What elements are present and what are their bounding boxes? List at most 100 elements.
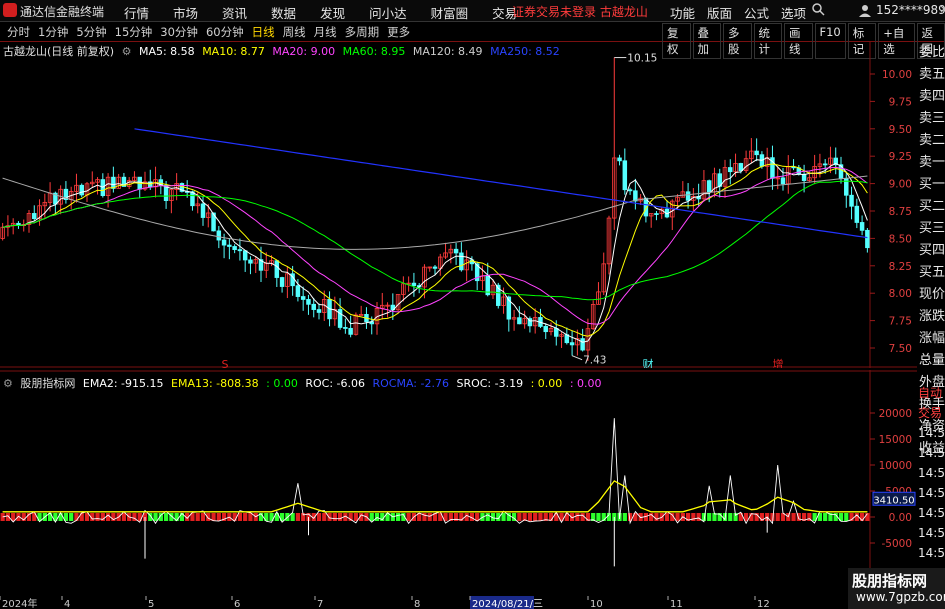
signal-mark bbox=[69, 513, 74, 521]
signal-mark bbox=[527, 513, 533, 521]
trade-tab-2[interactable]: 14:56 bbox=[917, 423, 945, 443]
date-label: 6 bbox=[234, 599, 240, 609]
period-tab-5[interactable]: 60分钟 bbox=[202, 24, 248, 40]
menu-item-5[interactable]: 问小达 bbox=[357, 3, 419, 22]
right-menu-item-2[interactable]: 公式 bbox=[738, 3, 775, 22]
close-icon[interactable]: × bbox=[936, 2, 945, 18]
side-tab-9[interactable]: 买四 bbox=[917, 240, 945, 262]
event-marker: 财 bbox=[643, 357, 654, 368]
signal-mark bbox=[844, 513, 849, 521]
signal-mark bbox=[707, 513, 712, 521]
side-tab-1[interactable]: 卖五 bbox=[917, 64, 945, 86]
trade-tab-7[interactable]: 14:56 bbox=[917, 523, 945, 543]
candle-body bbox=[190, 191, 195, 207]
side-tab-2[interactable]: 卖四 bbox=[917, 86, 945, 108]
right-menu-item-0[interactable]: 功能 bbox=[664, 3, 701, 22]
signal-mark bbox=[517, 513, 522, 521]
side-tab-8[interactable]: 买三 bbox=[917, 218, 945, 240]
user-icon[interactable] bbox=[858, 3, 872, 17]
menu-item-0[interactable]: 行情 bbox=[112, 3, 161, 22]
period-tab-9[interactable]: 多周期 bbox=[341, 24, 384, 40]
sub-tick-label: -5000 bbox=[881, 538, 912, 550]
price-tick-label: 7.75 bbox=[889, 316, 912, 328]
signal-mark bbox=[654, 513, 659, 521]
period-tab-2[interactable]: 5分钟 bbox=[72, 24, 110, 40]
side-tab-3[interactable]: 卖三 bbox=[917, 108, 945, 130]
candles bbox=[0, 57, 870, 361]
search-icon[interactable] bbox=[811, 2, 825, 16]
candlestick-chart[interactable]: 10.00 9.75 9.50 9.25 9.00 8.75 8.50 8.25 8.00 7.7… bbox=[0, 42, 917, 368]
side-tab-6[interactable]: 买一 bbox=[917, 174, 945, 196]
signal-mark bbox=[327, 513, 332, 521]
app-logo-icon bbox=[3, 3, 17, 17]
trade-tab-1[interactable]: 交易 bbox=[917, 403, 945, 423]
signal-mark bbox=[738, 513, 743, 521]
candle-body bbox=[627, 189, 633, 192]
account-id[interactable]: 152****9892 bbox=[876, 3, 945, 17]
trade-tab-8[interactable]: 14:56 bbox=[917, 543, 945, 563]
side-tab-4[interactable]: 卖二 bbox=[917, 130, 945, 152]
ema13-label: EMA13: -808.38 bbox=[171, 377, 259, 390]
ma250-label: MA250: 8.52 bbox=[490, 45, 560, 58]
candle-body bbox=[543, 326, 548, 333]
menu-item-4[interactable]: 发现 bbox=[308, 3, 357, 22]
signal-mark bbox=[206, 513, 211, 521]
roc-label: ROC: -6.06 bbox=[305, 377, 365, 390]
signal-mark bbox=[195, 513, 200, 521]
indicator-chart[interactable]: 20000150001000050000.00-50003410.50 bbox=[0, 370, 917, 596]
menu-item-6[interactable]: 财富圈 bbox=[419, 3, 481, 22]
period-tab-3[interactable]: 15分钟 bbox=[111, 24, 157, 40]
side-tab-12[interactable]: 涨跌 bbox=[917, 306, 945, 328]
period-tab-10[interactable]: 更多 bbox=[383, 24, 414, 40]
side-tab-5[interactable]: 卖一 bbox=[917, 152, 945, 174]
menu-item-3[interactable]: 数据 bbox=[259, 3, 308, 22]
period-tab-7[interactable]: 周线 bbox=[279, 24, 310, 40]
side-tab-10[interactable]: 买五 bbox=[917, 262, 945, 284]
ma20-label: MA20: 9.00 bbox=[272, 45, 336, 58]
side-tab-13[interactable]: 涨幅 bbox=[917, 328, 945, 350]
signal-mark bbox=[675, 513, 680, 521]
trade-tab-5[interactable]: 14:56 bbox=[917, 483, 945, 503]
candle-body bbox=[248, 259, 253, 264]
price-tick-label: 8.00 bbox=[889, 288, 912, 300]
right-menu-item-3[interactable]: 选项 bbox=[775, 3, 812, 22]
trade-tab-6[interactable]: 14:56 bbox=[917, 503, 945, 523]
signal-mark bbox=[105, 513, 111, 521]
signal-mark bbox=[664, 513, 670, 521]
stock-name: 古越龙山 bbox=[3, 45, 47, 58]
trade-tab-4[interactable]: 14:56 bbox=[917, 463, 945, 483]
roc-negative-spikes bbox=[144, 517, 768, 567]
date-label: 12 bbox=[757, 599, 770, 609]
ma250-line bbox=[134, 128, 868, 239]
period-tab-8[interactable]: 月线 bbox=[310, 24, 341, 40]
signal-mark bbox=[406, 513, 411, 521]
candle-body bbox=[822, 163, 828, 166]
trade-tab-3[interactable]: 14:56 bbox=[917, 443, 945, 463]
trade-tab-0[interactable]: 自动 bbox=[917, 383, 945, 403]
right-menu-item-1[interactable]: 版面 bbox=[701, 3, 738, 22]
side-tab-7[interactable]: 买二 bbox=[917, 196, 945, 218]
period-tab-4[interactable]: 30分钟 bbox=[156, 24, 202, 40]
zero1-label: : 0.00 bbox=[266, 377, 298, 390]
candle-body bbox=[801, 173, 807, 181]
ema13-line bbox=[2, 480, 868, 513]
period-tab-1[interactable]: 1分钟 bbox=[34, 24, 72, 40]
side-tab-14[interactable]: 总量 bbox=[917, 350, 945, 372]
menu-item-1[interactable]: 市场 bbox=[161, 3, 210, 22]
price-tick-label: 8.25 bbox=[889, 261, 912, 273]
ma10-label: MA10: 8.77 bbox=[202, 45, 265, 58]
candle-body bbox=[453, 248, 459, 254]
side-tab-0[interactable]: 委比 bbox=[917, 42, 945, 64]
period-tab-6[interactable]: 日线 bbox=[248, 24, 279, 40]
ma120-label: MA120: 8.49 bbox=[412, 45, 483, 58]
side-tab-11[interactable]: 现价 bbox=[917, 284, 945, 306]
candle-body bbox=[780, 177, 786, 185]
settings-icon[interactable]: ⚙ bbox=[3, 377, 13, 390]
period-tab-0[interactable]: 分时 bbox=[3, 24, 34, 40]
menu-item-2[interactable]: 资讯 bbox=[210, 3, 259, 22]
signal-mark bbox=[216, 513, 221, 521]
settings-icon[interactable]: ⚙ bbox=[122, 45, 132, 58]
signal-mark bbox=[295, 513, 301, 521]
login-warning[interactable]: 证券交易未登录 古越龙山 bbox=[512, 3, 648, 20]
candle-body bbox=[517, 317, 522, 325]
